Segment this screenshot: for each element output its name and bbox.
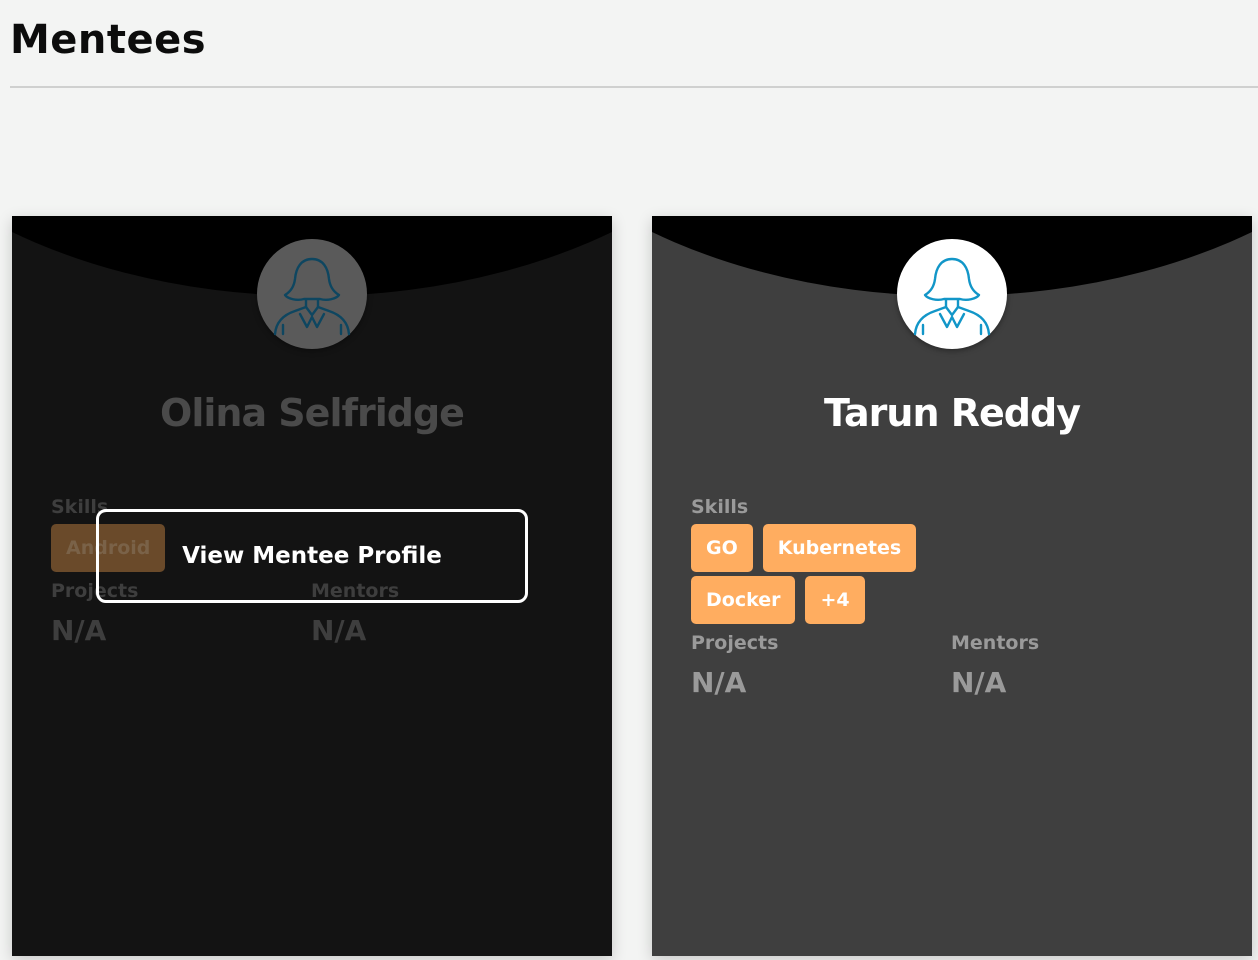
mentors-label: Mentors: [951, 632, 1040, 654]
title-divider: [10, 86, 1258, 88]
view-mentee-profile-button[interactable]: View Mentee Profile: [96, 509, 528, 603]
skills-label: Skills: [691, 496, 749, 518]
skill-chip: Kubernetes: [762, 524, 917, 572]
user-avatar-icon: [273, 257, 351, 336]
user-avatar-icon: [913, 257, 991, 336]
mentors-value: N/A: [311, 614, 367, 647]
projects-value: N/A: [691, 666, 747, 699]
skill-chip: GO: [691, 524, 753, 572]
mentors-value: N/A: [951, 666, 1007, 699]
more-skills-chip[interactable]: +4: [805, 576, 865, 624]
avatar: [257, 239, 367, 349]
projects-label: Projects: [691, 632, 779, 654]
mentee-name: Olina Selfridge: [160, 391, 465, 435]
projects-value: N/A: [51, 614, 107, 647]
skills-list: GO KubernetesDocker +4: [691, 524, 951, 628]
skill-chip: Docker: [691, 576, 796, 624]
avatar: [897, 239, 1007, 349]
page-title: Mentees: [10, 17, 207, 63]
mentee-card[interactable]: Tarun Reddy Skills GO KubernetesDocker +4 …: [652, 216, 1252, 956]
mentee-name: Tarun Reddy: [824, 391, 1081, 435]
